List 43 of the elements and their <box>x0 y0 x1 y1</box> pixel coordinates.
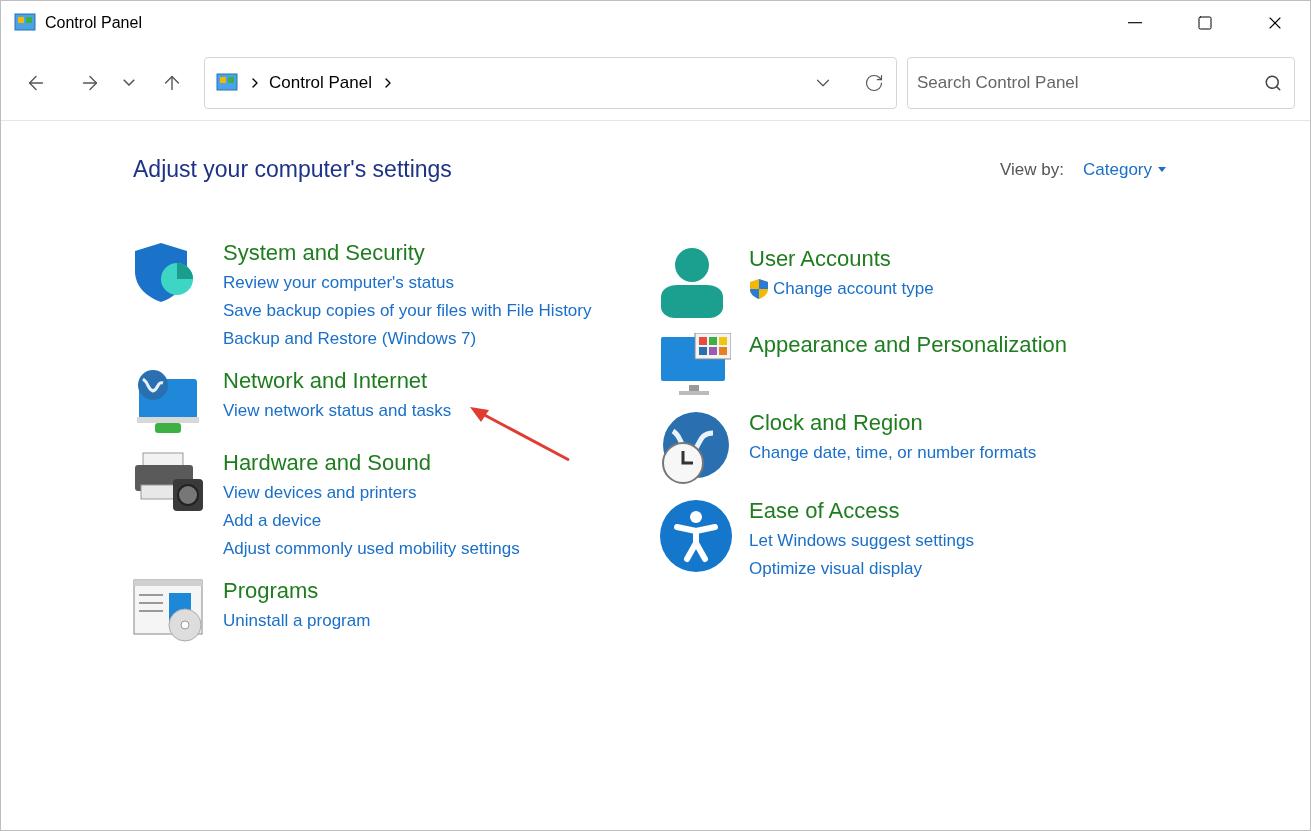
task-link[interactable]: Review your computer's status <box>223 269 454 296</box>
task-link[interactable]: Change date, time, or number formats <box>749 439 1037 466</box>
task-link[interactable]: Adjust commonly used mobility settings <box>223 535 520 562</box>
address-bar[interactable]: Control Panel <box>204 56 897 109</box>
shield-pie-icon <box>133 240 195 303</box>
control-panel-icon <box>14 13 36 33</box>
uac-shield-icon <box>749 277 769 300</box>
chevron-down-icon <box>123 79 135 86</box>
page-heading: Adjust your computer's settings <box>133 155 452 184</box>
task-link[interactable]: Change account type <box>773 275 934 302</box>
task-link[interactable]: View network status and tasks <box>223 397 452 424</box>
task-link[interactable]: Backup and Restore (Windows 7) <box>223 325 477 352</box>
printer-icon <box>133 450 203 513</box>
minimize-icon <box>1128 22 1142 24</box>
control-panel-icon <box>215 72 239 93</box>
search-icon <box>1264 73 1282 92</box>
dropdown-caret-icon <box>1158 166 1166 172</box>
task-link[interactable]: Uninstall a program <box>223 607 371 634</box>
category-title-link[interactable]: Appearance and Personalization <box>749 328 1067 361</box>
category-title-link[interactable]: User Accounts <box>749 242 934 275</box>
user-icon <box>659 246 725 319</box>
category-title-link[interactable]: Ease of Access <box>749 494 974 527</box>
view-by-dropdown[interactable]: Category <box>1083 156 1166 182</box>
task-link[interactable]: View devices and printers <box>223 479 417 506</box>
category-title-link[interactable]: Network and Internet <box>223 364 452 397</box>
monitor-tiles-icon <box>659 332 731 397</box>
category-title-link[interactable]: Programs <box>223 574 371 607</box>
search-field[interactable]: Search Control Panel <box>907 56 1295 109</box>
window-title: Control Panel <box>45 13 142 33</box>
task-link[interactable]: Add a device <box>223 507 322 534</box>
category-title-link[interactable]: System and Security <box>223 236 592 269</box>
category-title-link[interactable]: Hardware and Sound <box>223 446 520 479</box>
accessibility-icon <box>659 498 733 573</box>
refresh-icon[interactable] <box>864 72 884 93</box>
view-by-label: View by: <box>1000 158 1064 181</box>
search-input: Search Control Panel <box>917 69 1264 96</box>
category-title-link[interactable]: Clock and Region <box>749 406 1037 439</box>
breadcrumb[interactable]: Control Panel <box>269 69 372 96</box>
task-link[interactable]: Optimize visual display <box>749 555 922 582</box>
task-link[interactable]: Save backup copies of your files with File History <box>223 297 592 324</box>
maximize-icon <box>1197 15 1213 31</box>
task-link[interactable]: Let Windows suggest settings <box>749 527 974 554</box>
window-disc-icon <box>133 578 205 643</box>
